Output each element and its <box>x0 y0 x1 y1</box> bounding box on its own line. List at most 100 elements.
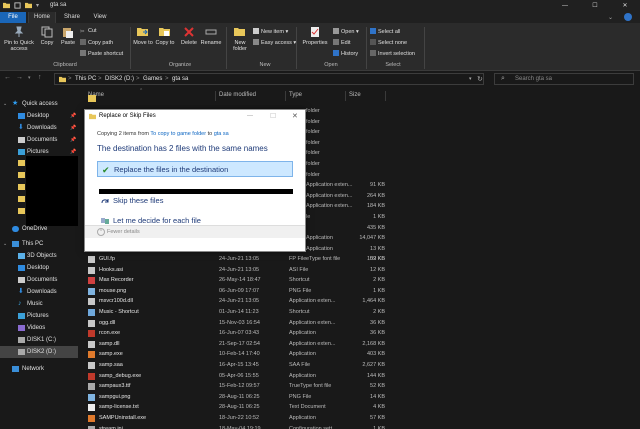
table-row[interactable]: mouse.png 06-Jun-09 17:07 PNG File 1 KB <box>79 286 640 297</box>
tab-home[interactable]: Home <box>28 12 56 23</box>
table-row[interactable]: sampgui.png 28-Aug-11 06:25 PNG File 14 KB <box>79 392 640 403</box>
sidebar-item-pc-documents[interactable]: Documents <box>0 274 78 286</box>
tab-share[interactable]: Share <box>58 12 86 23</box>
properties-icon[interactable] <box>14 2 21 9</box>
file-type: Application exten... <box>306 192 353 199</box>
refresh-icon[interactable]: ↻ <box>477 75 483 83</box>
table-row[interactable]: ogg.dll 15-Nov-03 16:54 Application exten.… <box>79 318 640 329</box>
move-to-button[interactable]: Move to <box>133 26 153 46</box>
delete-button[interactable]: Delete <box>179 26 199 46</box>
up-arrow-icon[interactable]: ↑ <box>38 74 42 81</box>
destination-folder-link[interactable]: gta sa <box>214 131 229 137</box>
sidebar-item-3d-objects[interactable]: 3D Objects <box>0 250 78 262</box>
table-row[interactable]: sampaux3.ttf 15-Feb-12 09:57 TrueType font… <box>79 381 640 392</box>
column-header-size[interactable]: Size <box>349 92 361 98</box>
sidebar-item-pc-pictures[interactable]: Pictures <box>0 310 78 322</box>
fewer-details-chevron-icon[interactable]: ⌃ <box>97 228 105 236</box>
sidebar-label: Music <box>27 301 43 307</box>
column-divider[interactable] <box>385 91 386 101</box>
open-button[interactable]: Open ▾ <box>333 28 359 35</box>
new-folder-button[interactable]: New folder <box>229 26 251 52</box>
table-row[interactable]: Hooks.asi 24-Jun-21 13:05 ASI File 12 KB <box>79 265 640 276</box>
source-folder-link[interactable]: To copy to game folder <box>150 131 206 137</box>
breadcrumb-gta-sa[interactable]: gta sa <box>172 76 188 82</box>
sidebar-item-music[interactable]: ♪ Music <box>0 298 78 310</box>
sidebar-item-pc-desktop[interactable]: Desktop <box>0 262 78 274</box>
fewer-details-toggle[interactable]: Fewer details <box>107 229 140 235</box>
rename-button[interactable]: Rename <box>200 26 222 46</box>
sidebar-item-disk2[interactable]: DISK2 (D:) <box>0 346 78 358</box>
replace-files-option[interactable]: ✔ Replace the files in the destination <box>97 161 293 177</box>
desktop-icon <box>18 265 25 271</box>
file-type: Application <box>289 372 316 379</box>
properties-button[interactable]: Properties <box>300 26 330 46</box>
ribbon-collapse-icon[interactable]: ⌄ <box>608 14 613 21</box>
invert-selection-button[interactable]: Invert selection <box>370 50 415 57</box>
minimize-button[interactable]: — <box>550 0 580 12</box>
tab-view[interactable]: View <box>86 12 114 23</box>
sidebar-item-quick-access[interactable]: ⌄ ★ Quick access <box>0 98 78 110</box>
sidebar-item-documents[interactable]: Documents 📌 <box>0 134 78 146</box>
edit-button[interactable]: Edit <box>333 39 350 46</box>
select-all-button[interactable]: Select all <box>370 28 400 35</box>
copy-path-button[interactable]: Copy path <box>80 39 113 46</box>
sidebar-item-this-pc[interactable]: ⌄ This PC <box>0 238 78 250</box>
new-item-button[interactable]: New item ▾ <box>253 28 288 35</box>
column-header-type[interactable]: Type <box>289 92 302 98</box>
column-divider[interactable] <box>345 91 346 101</box>
sidebar-item-videos[interactable]: Videos <box>0 322 78 334</box>
table-row[interactable]: samp.exe 10-Feb-14 17:40 Application 403 KB <box>79 349 640 360</box>
table-row[interactable]: Max Recorder 26-May-14 18:47 Shortcut 2 KB <box>79 275 640 286</box>
tab-file[interactable]: File <box>0 12 26 23</box>
copy-button[interactable]: Copy <box>38 26 56 46</box>
breadcrumb-games[interactable]: Games <box>143 76 162 82</box>
help-icon[interactable] <box>624 13 632 21</box>
file-date: 28-Aug-11 06:25 <box>219 393 260 400</box>
search-box[interactable]: ⌕ Search gta sa <box>494 73 634 85</box>
quick-access-toolbar-dropdown[interactable]: ▾ <box>36 2 39 9</box>
table-row[interactable]: samp_debug.exe 05-Apr-06 15:55 Application… <box>79 371 640 382</box>
table-row[interactable]: msvcr100d.dll 24-Jun-21 13:05 Application … <box>79 296 640 307</box>
history-button[interactable]: History <box>333 50 358 57</box>
table-row[interactable]: rcon.exe 16-Jun-07 03:43 Application 36 KB <box>79 328 640 339</box>
paste-shortcut-button[interactable]: Paste shortcut <box>80 50 123 57</box>
new-folder-icon[interactable] <box>25 2 32 9</box>
chevron-down-icon[interactable]: ⌄ <box>3 98 7 110</box>
sidebar-item-disk1[interactable]: DISK1 (C:) <box>0 334 78 346</box>
paste-button[interactable]: Paste <box>58 26 78 46</box>
table-row[interactable]: SAMPUninstall.exe 18-Jun-22 10:52 Applicat… <box>79 413 640 424</box>
column-divider[interactable] <box>215 91 216 101</box>
column-header-date[interactable]: Date modified <box>219 92 256 98</box>
select-none-button[interactable]: Select none <box>370 39 407 46</box>
maximize-button[interactable]: ☐ <box>580 0 610 12</box>
close-button[interactable]: ✕ <box>610 0 640 12</box>
sidebar-item-onedrive[interactable]: OneDrive <box>0 223 78 235</box>
dialog-maximize-button[interactable]: ☐ <box>270 112 276 120</box>
breadcrumb-this-pc[interactable]: This PC <box>75 76 96 82</box>
sidebar-item-desktop[interactable]: Desktop 📌 <box>0 110 78 122</box>
chevron-down-icon[interactable]: ⌄ <box>3 238 7 250</box>
sidebar-item-network[interactable]: Network <box>0 363 78 375</box>
sidebar-item-downloads[interactable]: ⬇ Downloads 📌 <box>0 122 78 134</box>
column-divider[interactable] <box>285 91 286 101</box>
table-row[interactable]: samp-license.txt 28-Aug-11 06:25 Text Docu… <box>79 402 640 413</box>
sidebar-item-pc-downloads[interactable]: ⬇ Downloads <box>0 286 78 298</box>
cut-button[interactable]: ✂ Cut <box>80 28 97 35</box>
easy-access-button[interactable]: Easy access ▾ <box>253 39 296 46</box>
address-bar[interactable]: > This PC > DISK2 (D:) > Games > gta sa … <box>54 73 484 85</box>
table-row[interactable]: stream.ini 18-May-04 19:19 Configuration s… <box>79 424 640 429</box>
breadcrumb-disk2[interactable]: DISK2 (D:) <box>105 76 134 82</box>
recent-locations-icon[interactable]: ▾ <box>28 75 31 81</box>
pin-to-quick-access-button[interactable]: Pin to Quick access <box>2 26 36 52</box>
table-row[interactable]: Music - Shortcut 01-Jun-14 11:23 Shortcut 2… <box>79 307 640 318</box>
address-dropdown-icon[interactable]: ▾ <box>469 76 472 82</box>
back-arrow-icon[interactable]: ← <box>4 74 11 81</box>
skip-files-option[interactable]: Skip these files <box>97 193 293 209</box>
dialog-close-button[interactable]: ✕ <box>292 112 298 120</box>
table-row[interactable]: samp.saa 16-Apr-15 13:45 SAA File 2,627 KB <box>79 360 640 371</box>
copy-to-button[interactable]: Copy to <box>155 26 175 46</box>
forward-arrow-icon[interactable]: → <box>16 74 23 81</box>
table-row[interactable]: GUI.fp 24-Jun-21 13:05 FP File 59 KB <box>79 254 640 265</box>
dialog-minimize-button[interactable]: — <box>247 113 253 119</box>
table-row[interactable]: samp.dll 21-Sep-17 02:54 Application exten… <box>79 339 640 350</box>
